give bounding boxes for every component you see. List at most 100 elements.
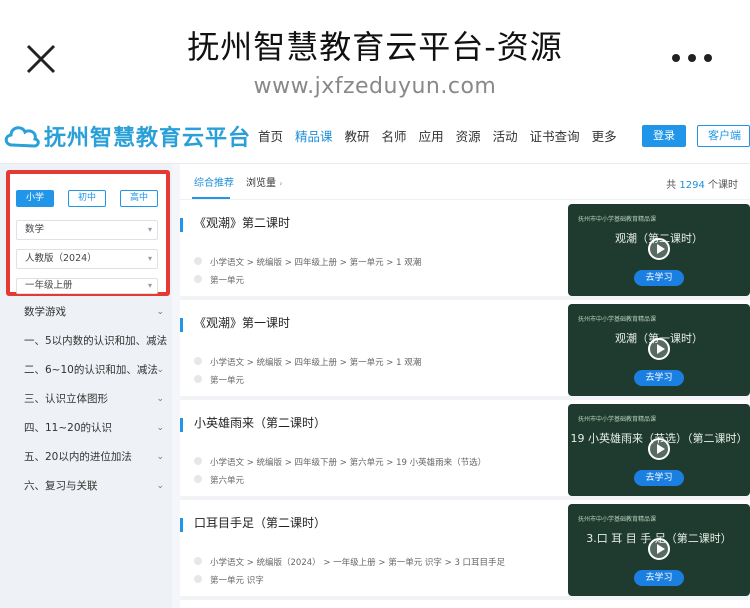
sort-arrow-icon: ›	[279, 179, 283, 188]
stage-primary-button[interactable]: 小学	[16, 190, 54, 207]
nav-item-resources[interactable]: 资源	[456, 126, 481, 145]
tab-recommended[interactable]: 综合推荐	[194, 174, 234, 189]
nav-item-research[interactable]: 教研	[345, 126, 370, 145]
nav-item-apps[interactable]: 应用	[419, 126, 444, 145]
main-nav: 首页 精品课 教研 名师 应用 资源 活动 证书查询 更多	[258, 126, 629, 145]
site-viewport: 抚州智慧教育云平台 首页 精品课 教研 名师 应用 资源 活动 证书查询 更多 …	[0, 108, 750, 608]
course-thumbnail[interactable]: 抚州市中小学基础教育精品课 观潮（第一课时） 去学习	[568, 304, 750, 396]
edition-select[interactable]: 人教版（2024） ▾	[16, 249, 158, 269]
play-icon[interactable]	[648, 238, 670, 260]
unit-icon	[194, 575, 202, 583]
play-icon[interactable]	[648, 338, 670, 360]
left-sidebar: 小学 初中 高中 数学 ▾ 人教版（2024） ▾ 一年级上册 ▾ 数学游戏 ⌄ …	[0, 164, 172, 608]
chevron-down-icon: ▾	[147, 254, 152, 263]
menu-item[interactable]: 五、20以内的进位加法 ⌄	[0, 443, 172, 472]
course-path: 小学语文 > 统编版 > 四年级上册 > 第一单元 > 1 观潮	[210, 258, 422, 268]
study-button[interactable]: 去学习	[634, 270, 684, 286]
course-card[interactable]: 《观潮》第二课时 小学语文 > 统编版 > 四年级上册 > 第一单元 > 1 观…	[180, 204, 750, 300]
study-button[interactable]: 去学习	[634, 470, 684, 486]
menu-item-label: 数学游戏	[24, 306, 66, 318]
menu-item[interactable]: 二、6~10的认识和加、减法 ⌄	[0, 356, 172, 385]
path-icon	[194, 457, 202, 465]
course-title[interactable]: 《观潮》第二课时	[194, 214, 290, 231]
study-button[interactable]: 去学习	[634, 370, 684, 386]
grade-select[interactable]: 一年级上册 ▾	[16, 278, 158, 294]
grade-value: 一年级上册	[25, 280, 73, 291]
chevron-down-icon: ⌄	[156, 336, 164, 346]
menu-item[interactable]: 一、5以内数的认识和加、减法 ⌄	[0, 327, 172, 356]
browser-topbar: 抚州智慧教育云平台-资源 www.jxfzeduyun.com	[0, 0, 750, 108]
menu-item-label: 五、20以内的进位加法	[24, 451, 132, 463]
title-accent	[180, 518, 183, 532]
unit-icon	[194, 275, 202, 283]
nav-item-quality-course[interactable]: 精品课	[295, 126, 333, 145]
menu-item-label: 一、5以内数的认识和加、减法	[24, 335, 168, 347]
login-button[interactable]: 登录	[642, 125, 686, 147]
unit-icon	[194, 375, 202, 383]
nav-item-teachers[interactable]: 名师	[382, 126, 407, 145]
study-button[interactable]: 去学习	[634, 570, 684, 586]
menu-item-label: 六、复习与关联	[24, 480, 98, 492]
course-thumbnail[interactable]: 抚州市中小学基础教育精品课 19 小英雄雨来（节选）（第二课时） 去学习	[568, 404, 750, 496]
menu-item-label: 二、6~10的认识和加、减法	[24, 364, 158, 376]
thumb-header: 抚州市中小学基础教育精品课	[578, 216, 657, 223]
course-title[interactable]: 口耳目手足（第二课时）	[194, 514, 326, 531]
course-unit: 第一单元	[210, 276, 245, 286]
chevron-down-icon: ⌄	[156, 307, 164, 317]
edition-value: 人教版（2024）	[25, 253, 97, 264]
path-icon	[194, 257, 202, 265]
page-title: 抚州智慧教育云平台-资源	[187, 28, 563, 66]
total-number: 1294	[679, 180, 705, 191]
course-path: 小学语文 > 统编版 > 四年级上册 > 第一单元 > 1 观潮	[210, 358, 422, 368]
subject-select[interactable]: 数学 ▾	[16, 220, 158, 240]
filter-panel: 小学 初中 高中 数学 ▾ 人教版（2024） ▾ 一年级上册 ▾	[6, 170, 170, 296]
tab-views-label: 浏览量	[246, 178, 276, 189]
course-thumbnail[interactable]: 抚州市中小学基础教育精品课 3.口 耳 目 手 足（第二课时） 去学习	[568, 504, 750, 596]
menu-item-label: 四、11~20的认识	[24, 422, 113, 434]
site-header: 抚州智慧教育云平台 首页 精品课 教研 名师 应用 资源 活动 证书查询 更多 …	[0, 108, 750, 164]
chevron-down-icon: ⌄	[156, 365, 164, 375]
stage-senior-button[interactable]: 高中	[120, 190, 158, 207]
chevron-down-icon: ⌄	[156, 394, 164, 404]
menu-item-label: 三、认识立体图形	[24, 393, 108, 405]
thumb-header: 抚州市中小学基础教育精品课	[578, 416, 657, 423]
tab-views[interactable]: 浏览量 ›	[246, 174, 282, 189]
course-title[interactable]: 《观潮》第一课时	[194, 314, 290, 331]
course-card[interactable]: 口耳目手足（第二课时） 小学语文 > 统编版（2024） > 一年级上册 > 第…	[180, 504, 750, 600]
menu-item[interactable]: 四、11~20的认识 ⌄	[0, 414, 172, 443]
stage-junior-button[interactable]: 初中	[68, 190, 106, 207]
thumb-header: 抚州市中小学基础教育精品课	[578, 316, 657, 323]
chevron-down-icon: ⌄	[156, 452, 164, 462]
course-unit: 第六单元	[210, 476, 245, 486]
client-button[interactable]: 客户端	[697, 125, 750, 147]
play-icon[interactable]	[648, 438, 670, 460]
course-thumbnail[interactable]: 抚州市中小学基础教育精品课 观潮（第二课时） 去学习	[568, 204, 750, 296]
chevron-down-icon: ⌄	[156, 423, 164, 433]
logo-text: 抚州智慧教育云平台	[44, 126, 252, 151]
course-card[interactable]: 《观潮》第一课时 小学语文 > 统编版 > 四年级上册 > 第一单元 > 1 观…	[180, 304, 750, 400]
title-accent	[180, 318, 183, 332]
chevron-down-icon: ▾	[147, 225, 152, 234]
nav-item-activities[interactable]: 活动	[493, 126, 518, 145]
site-logo[interactable]: 抚州智慧教育云平台	[2, 118, 251, 154]
title-accent	[180, 418, 183, 432]
chevron-down-icon: ⌄	[156, 481, 164, 491]
nav-item-home[interactable]: 首页	[258, 126, 283, 145]
course-card[interactable]: 小英雄雨来（第二课时） 小学语文 > 统编版 > 四年级下册 > 第六单元 > …	[180, 404, 750, 500]
nav-item-certificate[interactable]: 证书查询	[530, 126, 580, 145]
chapter-menu: 数学游戏 ⌄ 一、5以内数的认识和加、减法 ⌄ 二、6~10的认识和加、减法 ⌄ 三、…	[0, 298, 172, 501]
course-unit: 第一单元 识字	[210, 576, 264, 586]
title-accent	[180, 218, 183, 232]
menu-item[interactable]: 数学游戏 ⌄	[0, 298, 172, 327]
path-icon	[194, 557, 202, 565]
cloud-logo-icon	[4, 126, 40, 148]
menu-item[interactable]: 六、复习与关联 ⌄	[0, 472, 172, 501]
course-title[interactable]: 小英雄雨来（第二课时）	[194, 414, 326, 431]
course-list-panel: 综合推荐 浏览量 › 共 1294 个课时 《观潮》第二课时 小学语文 > 统编…	[180, 164, 750, 608]
nav-item-more[interactable]: 更多	[592, 126, 617, 145]
more-options-icon[interactable]	[670, 52, 714, 64]
play-icon[interactable]	[648, 538, 670, 560]
total-suffix: 个课时	[704, 180, 738, 191]
menu-item[interactable]: 三、认识立体图形 ⌄	[0, 385, 172, 414]
sort-tabs: 综合推荐 浏览量 › 共 1294 个课时	[180, 164, 750, 200]
